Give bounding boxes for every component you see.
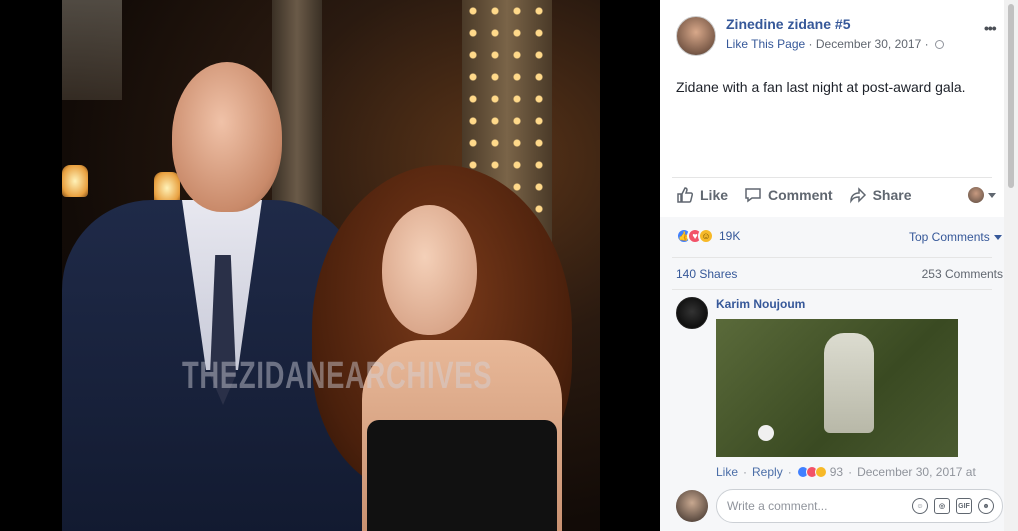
post-header: Zinedine zidane #5 Like This Page · Dece… (676, 16, 944, 56)
page-name-link[interactable]: Zinedine zidane #5 (726, 16, 944, 32)
comments-count[interactable]: 253 Comments (922, 267, 1003, 281)
post-stats: 140 Shares 253 Comments (676, 267, 1003, 281)
feedback-section: 👍 ♥ ☺ 19K Top Comments 140 Shares 253 Co… (660, 217, 1004, 531)
user-avatar (968, 187, 984, 203)
share-button[interactable]: Share (849, 186, 912, 204)
comment-gif[interactable] (716, 319, 958, 457)
woman-dress (367, 420, 557, 531)
comment-label: Comment (768, 187, 833, 203)
scrollbar[interactable] (1004, 0, 1018, 531)
lamp (62, 165, 88, 197)
photo-watermark: THEZIDANEARCHIVES (182, 355, 493, 397)
page-avatar[interactable] (676, 16, 716, 56)
comment-sort-label: Top Comments (909, 230, 990, 244)
gif-player (824, 333, 874, 433)
comment-input[interactable]: Write a comment... ☺ ◎ GIF ☻ (716, 489, 1003, 523)
comment-icon (745, 188, 761, 203)
sticker-icon[interactable]: ☻ (978, 498, 994, 514)
chevron-down-icon (993, 234, 1002, 240)
woman-face (382, 205, 477, 335)
more-options-icon[interactable]: ••• (984, 20, 997, 36)
post-meta: Like This Page · December 30, 2017 · (726, 37, 944, 51)
gif-ball (758, 425, 774, 441)
like-label: Like (700, 187, 729, 203)
comment-reply-link[interactable]: Reply (752, 465, 783, 479)
reactions-summary[interactable]: 👍 ♥ ☺ 19K (676, 228, 740, 244)
scrollbar-thumb[interactable] (1008, 4, 1014, 188)
camera-icon[interactable]: ◎ (934, 498, 950, 514)
haha-reaction-icon: ☺ (698, 228, 714, 244)
comment-item: Karim Noujoum Like · Reply · 93 · Decemb… (676, 297, 976, 479)
comment-like-link[interactable]: Like (716, 465, 738, 479)
post-text: Zidane with a fan last night at post-awa… (676, 79, 966, 95)
reaction-count: 19K (719, 229, 741, 243)
comment-placeholder: Write a comment... (727, 499, 828, 513)
comment-button[interactable]: Comment (744, 186, 833, 204)
comment-sort-dropdown[interactable]: Top Comments (909, 230, 1002, 244)
meta-separator: · (808, 37, 813, 51)
man-head (172, 62, 282, 212)
photo-theater: THEZIDANEARCHIVES Zinedine zidane #5 Lik… (0, 0, 1018, 531)
comment-meta: Like · Reply · 93 · December 30, 2017 at (716, 465, 976, 479)
chevron-down-icon (988, 192, 996, 198)
emoji-icon[interactable]: ☺ (912, 498, 928, 514)
globe-icon (934, 40, 944, 49)
shares-link[interactable]: 140 Shares (676, 267, 737, 281)
comment-date[interactable]: December 30, 2017 at (857, 465, 976, 479)
divider (672, 257, 992, 258)
background-arch (62, 0, 122, 100)
share-label: Share (872, 187, 912, 203)
comment-reaction-count[interactable]: 93 (830, 465, 843, 479)
post-side-panel: Zinedine zidane #5 Like This Page · Dece… (660, 0, 1004, 531)
post-as-selector[interactable] (968, 187, 996, 203)
divider (672, 289, 992, 290)
current-user-avatar (676, 490, 708, 522)
share-icon (849, 187, 866, 204)
commenter-name[interactable]: Karim Noujoum (716, 297, 976, 311)
action-bar: Like Comment Share (676, 186, 996, 204)
like-page-link[interactable]: Like This Page (726, 37, 805, 51)
divider (672, 177, 992, 178)
wow-reaction-icon (814, 466, 827, 478)
post-photo[interactable]: THEZIDANEARCHIVES (62, 0, 600, 531)
commenter-avatar[interactable] (676, 297, 708, 329)
thumbs-up-icon (677, 187, 694, 203)
gif-icon[interactable]: GIF (956, 498, 972, 514)
meta-separator: · (924, 37, 929, 51)
post-date[interactable]: December 30, 2017 (816, 37, 921, 51)
comment-composer: Write a comment... ☺ ◎ GIF ☻ (676, 489, 1003, 523)
like-button[interactable]: Like (676, 186, 728, 204)
